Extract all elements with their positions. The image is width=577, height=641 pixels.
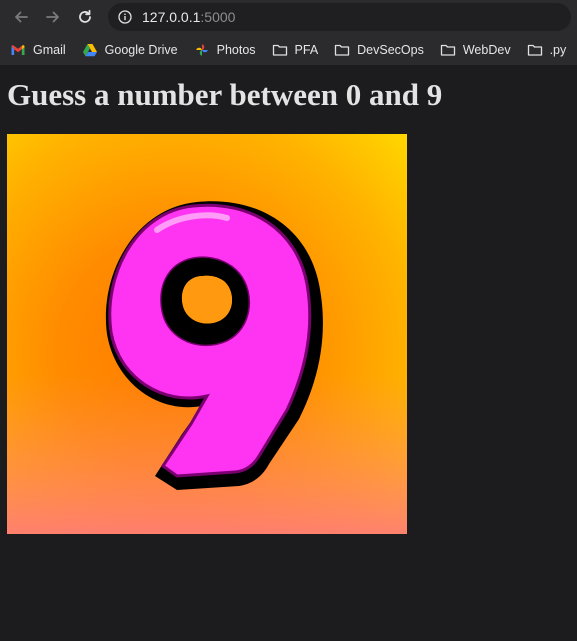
page-title: Guess a number between 0 and 9 xyxy=(7,77,443,112)
forward-button[interactable] xyxy=(42,6,64,28)
reload-icon xyxy=(79,9,91,23)
reload-button[interactable] xyxy=(74,6,96,28)
bookmark-label: DevSecOps xyxy=(357,42,424,57)
google-photos-icon xyxy=(195,43,208,56)
folder-icon xyxy=(335,44,350,56)
google-drive-icon xyxy=(82,43,97,56)
bookmark-label: Gmail xyxy=(33,42,66,57)
bookmark-label: PFA xyxy=(294,42,319,57)
url-port: :5000 xyxy=(200,9,236,25)
folder-icon xyxy=(527,44,542,56)
back-button[interactable] xyxy=(10,6,32,28)
browser-toolbar: 127.0.0.1:5000 xyxy=(0,0,577,34)
bookmark-google-drive[interactable]: Google Drive xyxy=(82,42,178,58)
bookmark-label: WebDev xyxy=(462,42,511,57)
page-content: Guess a number between 0 and 9 xyxy=(0,66,577,544)
bookmark-py[interactable]: .py xyxy=(527,42,567,58)
bookmark-label: Photos xyxy=(216,42,256,57)
address-bar[interactable]: 127.0.0.1:5000 xyxy=(108,3,571,31)
bookmark-devsecops[interactable]: DevSecOps xyxy=(334,42,424,58)
gmail-icon xyxy=(11,44,25,55)
bookmark-gmail[interactable]: Gmail xyxy=(10,42,66,58)
bookmark-photos[interactable]: Photos xyxy=(194,42,256,58)
forward-arrow-icon xyxy=(46,11,59,23)
bookmark-webdev[interactable]: WebDev xyxy=(440,42,511,58)
folder-icon xyxy=(272,44,287,56)
bookmark-pfa[interactable]: PFA xyxy=(272,42,319,58)
back-arrow-icon xyxy=(15,11,28,23)
bookmarks-bar: Gmail Google Drive Photos PFA DevSecOps … xyxy=(0,34,577,66)
bookmark-label: Google Drive xyxy=(104,42,178,57)
bookmark-label: .py xyxy=(549,42,567,57)
url-host: 127.0.0.1 xyxy=(142,9,201,25)
number-nine-image xyxy=(7,134,407,535)
browser-chrome: 127.0.0.1:5000 Gmail Google Drive Photo… xyxy=(0,0,577,66)
folder-icon xyxy=(440,44,456,56)
info-icon[interactable] xyxy=(118,10,132,24)
